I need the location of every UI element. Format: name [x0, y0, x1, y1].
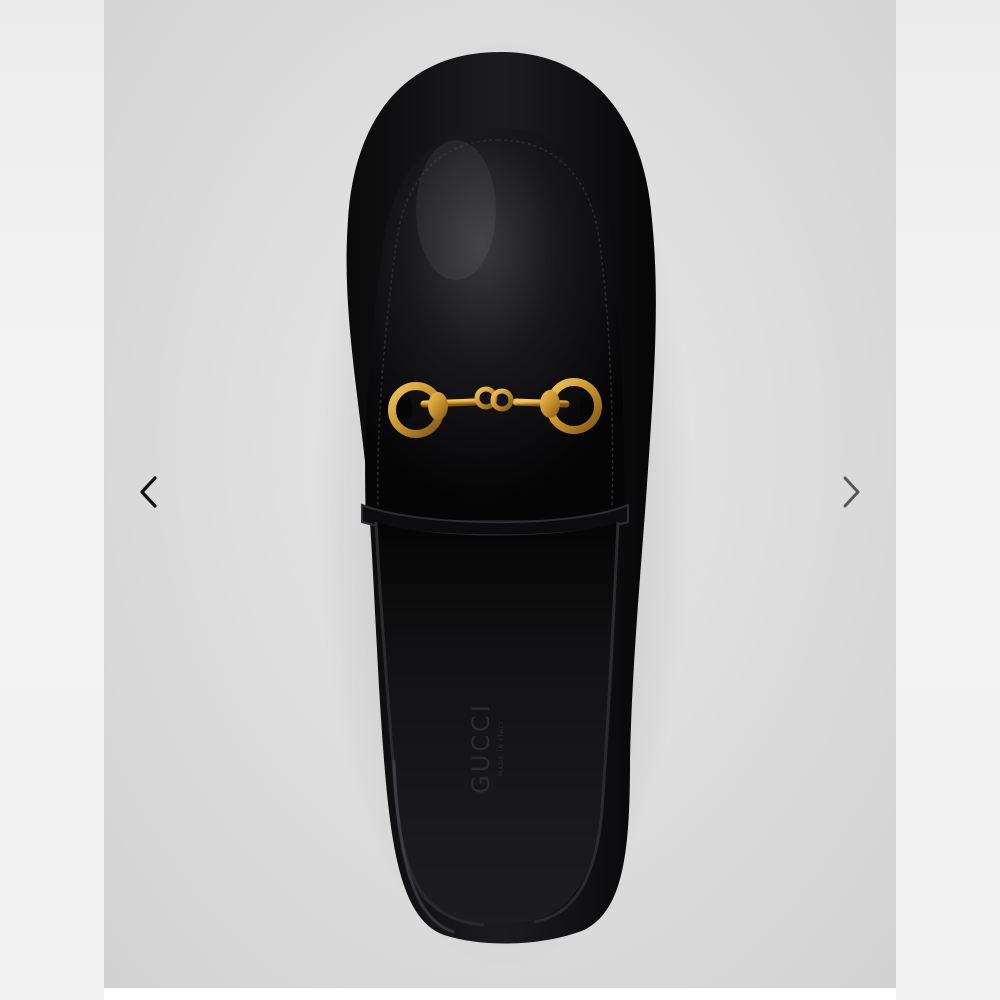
image-gallery: GUCCI MADE IN ITALY	[0, 0, 1000, 1000]
shoe-vamp	[365, 128, 625, 520]
product-image[interactable]: GUCCI MADE IN ITALY	[104, 0, 896, 988]
gallery-right-margin	[896, 0, 1000, 1000]
gallery-bottom-margin	[104, 988, 896, 1000]
insole-brand-subtext: MADE IN ITALY	[498, 720, 505, 776]
next-image-button[interactable]	[830, 468, 874, 516]
toe-highlight	[416, 140, 496, 280]
insole-brand-logo: GUCCI	[467, 702, 495, 794]
previous-image-button[interactable]	[126, 468, 170, 516]
chevron-right-icon	[843, 476, 860, 508]
product-image-stage[interactable]: GUCCI MADE IN ITALY	[104, 0, 896, 988]
gallery-left-margin	[0, 0, 104, 1000]
shoe-insole	[376, 522, 618, 924]
chevron-left-icon	[140, 476, 157, 508]
